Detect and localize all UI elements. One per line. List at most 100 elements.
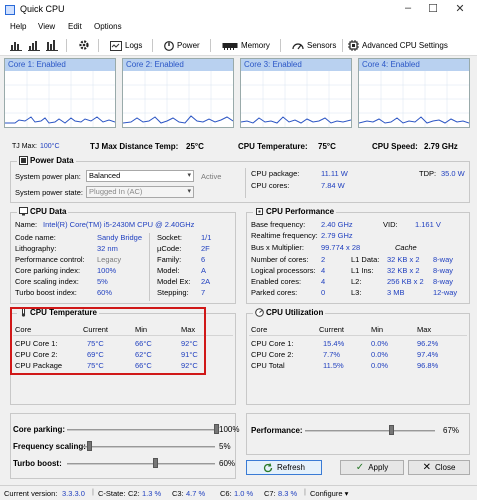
perf-label: Logical processors: xyxy=(251,266,316,275)
cpu-data-label: Code name: xyxy=(15,233,56,242)
cpu-utilization-title: CPU Utilization xyxy=(253,308,326,317)
perf-value: 2 xyxy=(321,255,326,264)
menu-help[interactable]: Help xyxy=(10,22,26,31)
cpu-data-value: 32 nm xyxy=(97,244,118,253)
cpu-data-label: Core parking index: xyxy=(15,266,81,275)
divider xyxy=(149,233,150,301)
core-parking-slider-track[interactable] xyxy=(67,429,217,431)
util-min: 0.0% xyxy=(371,339,389,348)
bar-chart-icon[interactable] xyxy=(28,39,40,51)
refresh-label: Refresh xyxy=(276,463,305,472)
cpu-data-label: Core scaling index: xyxy=(15,277,79,286)
power-plan-select[interactable]: Balanced ▾ xyxy=(86,170,194,182)
core-usage-graph xyxy=(123,71,233,127)
cpu-data-label: µCode: xyxy=(157,244,182,253)
maximize-button[interactable]: ☐ xyxy=(425,2,441,18)
menu-bar: Help View Edit Options xyxy=(0,20,477,34)
base-frequency-value: 2.40 GHz xyxy=(321,220,353,229)
cpu-speed-label: CPU Speed: xyxy=(372,142,418,151)
memory-label: Memory xyxy=(241,41,270,50)
util-max: 97.4% xyxy=(417,350,439,359)
frequency-scaling-slider-thumb[interactable] xyxy=(87,441,92,451)
performance-slider-track[interactable] xyxy=(305,430,435,432)
power-state-label: System power state: xyxy=(15,188,83,197)
tjmax-distance-label: TJ Max Distance Temp: xyxy=(90,142,179,151)
performance-label: Performance: xyxy=(251,426,303,435)
gauge-icon xyxy=(255,308,264,317)
power-plan-status: Active xyxy=(201,172,222,181)
gear-icon[interactable] xyxy=(78,39,90,51)
cpu-temperature-label: CPU Temperature: xyxy=(238,142,308,151)
perf-label: Number of cores: xyxy=(251,255,309,264)
power-state-select: Plugged In (AC) ▾ xyxy=(86,186,194,198)
perf-label: Parked cores: xyxy=(251,288,298,297)
c3-value: 4.7 % xyxy=(186,489,206,498)
cache-size: 32 KB x 2 xyxy=(387,255,420,264)
turbo-boost-label: Turbo boost: xyxy=(13,459,62,468)
realtime-frequency-label: Realtime frequency: xyxy=(251,231,318,240)
core-graph-panel: Core 3: Enabled xyxy=(240,58,352,128)
configure-menu[interactable]: Configure ▾ xyxy=(310,489,348,498)
performance-slider-thumb[interactable] xyxy=(389,425,394,435)
chevron-down-icon: ▾ xyxy=(187,188,191,195)
bus-multiplier-label: Bus x Multiplier: xyxy=(251,243,304,252)
minimize-button[interactable]: – xyxy=(400,2,416,18)
cpu-data-value: 100% xyxy=(97,266,117,275)
performance-value: 67% xyxy=(443,426,460,435)
memory-button[interactable]: Memory xyxy=(222,39,270,52)
c2-value: 1.3 % xyxy=(142,489,162,498)
logs-button[interactable]: Logs xyxy=(110,39,142,52)
power-plan-label: System power plan: xyxy=(15,172,81,181)
toolbar-separator xyxy=(152,39,153,52)
realtime-frequency-value: 2.79 GHz xyxy=(321,231,353,240)
core-usage-graph xyxy=(241,71,351,127)
cpu-data-label: Performance control: xyxy=(15,255,85,264)
logs-icon xyxy=(110,40,122,51)
close-window-button[interactable]: ✕ xyxy=(452,2,468,18)
vid-label: VID: xyxy=(383,220,398,229)
chevron-down-icon: ▾ xyxy=(187,172,191,179)
tdp-value: 35.0 W xyxy=(441,169,465,178)
apply-button[interactable]: ✓ Apply xyxy=(340,460,404,475)
c6-value: 1.0 % xyxy=(234,489,254,498)
menu-edit[interactable]: Edit xyxy=(68,22,82,31)
sensors-button[interactable]: Sensors xyxy=(292,39,336,52)
cpu-package-power-value: 11.11 W xyxy=(321,169,348,178)
cpu-data-value: 2F xyxy=(201,244,210,253)
cpu-data-group: CPU Data Name: Intel(R) Core(TM) i5-2430… xyxy=(10,207,236,304)
cstate-label: C-State: xyxy=(98,489,126,498)
cpu-cores-power-value: 7.84 W xyxy=(321,181,345,190)
close-button[interactable]: ✕ Close xyxy=(408,460,470,475)
c3-label: C3: xyxy=(172,489,184,498)
base-frequency-label: Base frequency: xyxy=(251,220,306,229)
bar-chart-icon[interactable] xyxy=(46,39,58,51)
cpu-performance-group: CPU Performance Base frequency: 2.40 GHz… xyxy=(246,207,470,304)
checkmark-icon: ✓ xyxy=(355,462,365,473)
util-row-label: CPU Total xyxy=(251,361,285,370)
turbo-boost-value: 60% xyxy=(219,459,236,468)
util-row-label: CPU Core 2: xyxy=(251,350,294,359)
close-icon: ✕ xyxy=(422,462,431,473)
cpu-data-title: CPU Data xyxy=(17,207,69,216)
toolbar-separator xyxy=(342,39,343,52)
cpu-performance-title: CPU Performance xyxy=(253,207,337,216)
menu-options[interactable]: Options xyxy=(94,22,122,31)
cpu-utilization-group: CPU Utilization Core Current Min Max CPU… xyxy=(246,308,470,405)
frequency-scaling-slider-track[interactable] xyxy=(83,446,215,448)
perf-value: 4 xyxy=(321,277,326,286)
util-max: 96.2% xyxy=(417,339,439,348)
menu-view[interactable]: View xyxy=(38,22,55,31)
turbo-boost-slider-track[interactable] xyxy=(67,463,215,465)
core-title: Core 1: Enabled xyxy=(5,59,115,71)
close-label: Close xyxy=(434,463,456,472)
c7-label: C7: xyxy=(264,489,276,498)
c6-label: C6: xyxy=(220,489,232,498)
util-current: 11.5% xyxy=(323,361,344,370)
core-usage-graph xyxy=(359,71,469,127)
power-button[interactable]: Power xyxy=(164,39,200,52)
advanced-cpu-settings-button[interactable]: Advanced CPU Settings xyxy=(348,39,448,52)
bar-chart-icon[interactable] xyxy=(10,39,22,51)
refresh-button[interactable]: Refresh xyxy=(246,460,322,475)
cpu-chip-icon xyxy=(348,40,359,51)
turbo-boost-slider-thumb[interactable] xyxy=(153,458,158,468)
